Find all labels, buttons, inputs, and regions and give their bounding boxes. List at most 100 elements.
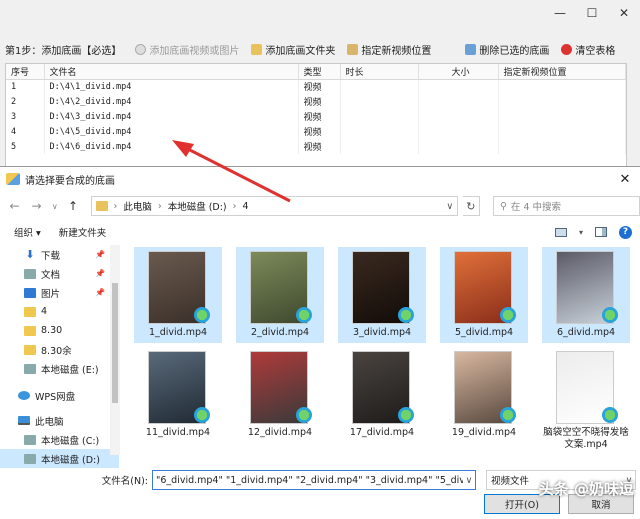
row-index: 1 bbox=[6, 79, 45, 94]
row-type: 视频 bbox=[298, 109, 341, 124]
breadcrumb-drive-d[interactable]: 本地磁盘 (D:) bbox=[168, 199, 227, 213]
maximize-button[interactable]: ☐ bbox=[576, 0, 608, 26]
nav-item-label: 图片 bbox=[41, 288, 61, 300]
clear-icon bbox=[561, 43, 573, 55]
screen: — ☐ ✕ 第1步：添加底画【必选】 添加底画视频或图片 添加底画文件夹 指定新… bbox=[0, 0, 640, 519]
nav-item-drive-c[interactable]: 本地磁盘 (C:) bbox=[0, 430, 119, 449]
add-video-image-label: 添加底画视频或图片 bbox=[149, 45, 240, 57]
nav-item-label: 此电脑 bbox=[35, 416, 64, 428]
download-icon: ⬇ bbox=[25, 248, 35, 261]
dialog-close-button[interactable]: ✕ bbox=[610, 172, 640, 187]
file-item[interactable]: 12_divid.mp4 bbox=[236, 347, 324, 443]
col-duration-header[interactable]: 时长 bbox=[340, 64, 419, 80]
location-folder-icon bbox=[347, 43, 359, 55]
nav-scroll-thumb[interactable] bbox=[112, 283, 118, 403]
table-row[interactable]: 4 D:\4\5_divid.mp4 视频 bbox=[6, 124, 626, 139]
file-item[interactable]: 5_divid.mp4 bbox=[440, 247, 528, 343]
cancel-button-label: 取消 bbox=[591, 500, 611, 511]
forward-arrow-icon[interactable]: → bbox=[28, 199, 45, 213]
breadcrumb-folder-4[interactable]: 4 bbox=[242, 201, 248, 212]
row-filename: D:\4\6_divid.mp4 bbox=[44, 139, 299, 154]
file-grid: 1_divid.mp4 2_divid.mp4 3_divid.mp4 5_divid… bbox=[134, 245, 634, 457]
view-dropdown-icon[interactable]: ▾ bbox=[579, 228, 583, 237]
up-arrow-icon[interactable]: ↑ bbox=[65, 199, 82, 213]
pin-icon: 📌 bbox=[95, 250, 105, 259]
col-location-header[interactable]: 指定新视频位置 bbox=[498, 64, 626, 80]
delete-icon bbox=[465, 43, 477, 55]
table-row[interactable]: 3 D:\4\3_divid.mp4 视频 bbox=[6, 109, 626, 124]
folder-icon bbox=[24, 344, 36, 355]
table-row[interactable]: 5 D:\4\6_divid.mp4 视频 bbox=[6, 139, 626, 154]
file-item[interactable]: 17_divid.mp4 bbox=[338, 347, 426, 443]
clear-table-button[interactable]: 清空表格 bbox=[561, 42, 615, 57]
filename-dropdown-icon[interactable]: ∨ bbox=[463, 475, 475, 486]
play-icon bbox=[602, 307, 618, 323]
col-index-header[interactable]: 序号 bbox=[6, 64, 45, 80]
nav-item-folder-830[interactable]: 8.30 bbox=[0, 321, 119, 340]
row-index: 3 bbox=[6, 109, 45, 124]
file-name: 6_divid.mp4 bbox=[556, 327, 616, 338]
window-controls: — ☐ ✕ bbox=[544, 0, 640, 26]
file-item[interactable]: 11_divid.mp4 bbox=[134, 347, 222, 443]
minimize-button[interactable]: — bbox=[544, 0, 576, 26]
folder-icon bbox=[95, 201, 108, 211]
row-type: 视频 bbox=[298, 94, 341, 109]
play-icon bbox=[500, 307, 516, 323]
organize-menu[interactable]: 组织 ▾ bbox=[14, 225, 41, 239]
file-name: 脑袋空空不晓得发啥文案.mp4 bbox=[543, 427, 629, 450]
address-row: ← → ∨ ↑ › 此电脑 › 本地磁盘 (D:) › 4 ∨ ↻ ⚲ 在 4 … bbox=[0, 191, 640, 221]
help-icon[interactable]: ? bbox=[619, 225, 632, 239]
table-row[interactable]: 2 D:\4\2_divid.mp4 视频 bbox=[6, 94, 626, 109]
view-options-icon[interactable] bbox=[554, 227, 567, 237]
back-arrow-icon[interactable]: ← bbox=[6, 199, 23, 213]
nav-item-this-pc[interactable]: 此电脑 bbox=[0, 411, 119, 430]
nav-item-pictures[interactable]: 图片 📌 bbox=[0, 283, 119, 302]
delete-selected-button[interactable]: 删除已选的底画 bbox=[465, 42, 549, 57]
table-row[interactable]: 1 D:\4\1_divid.mp4 视频 bbox=[6, 79, 626, 94]
close-button[interactable]: ✕ bbox=[608, 0, 640, 26]
breadcrumb-this-pc[interactable]: 此电脑 bbox=[123, 199, 152, 213]
file-name: 19_divid.mp4 bbox=[451, 427, 517, 438]
add-video-image-button[interactable]: 添加底画视频或图片 bbox=[135, 42, 239, 57]
nav-item-drive-d[interactable]: 本地磁盘 (D:) bbox=[0, 449, 119, 468]
refresh-icon[interactable]: ↻ bbox=[462, 196, 480, 216]
nav-item-wps-cloud[interactable]: WPS网盘 bbox=[0, 386, 119, 405]
folder-add-icon bbox=[251, 43, 263, 55]
pin-icon: 📌 bbox=[95, 269, 105, 278]
file-item[interactable]: 19_divid.mp4 bbox=[440, 347, 528, 443]
preview-pane-icon[interactable] bbox=[595, 227, 607, 237]
nav-scrollbar[interactable] bbox=[110, 245, 120, 455]
play-icon bbox=[296, 307, 312, 323]
file-name: 17_divid.mp4 bbox=[349, 427, 415, 438]
file-item[interactable]: 脑袋空空不晓得发啥文案.mp4 bbox=[542, 347, 630, 450]
add-folder-button[interactable]: 添加底画文件夹 bbox=[251, 42, 335, 57]
play-icon bbox=[194, 307, 210, 323]
new-folder-button[interactable]: 新建文件夹 bbox=[59, 225, 107, 239]
address-bar[interactable]: › 此电脑 › 本地磁盘 (D:) › 4 ∨ bbox=[90, 196, 458, 216]
col-filename-header[interactable]: 文件名 bbox=[44, 64, 299, 80]
dialog-app-icon bbox=[6, 173, 20, 185]
file-item[interactable]: 3_divid.mp4 bbox=[338, 247, 426, 343]
file-item[interactable]: 6_divid.mp4 bbox=[542, 247, 630, 343]
row-type: 视频 bbox=[298, 79, 341, 94]
col-size-header[interactable]: 大小 bbox=[418, 64, 499, 80]
col-type-header[interactable]: 类型 bbox=[298, 64, 341, 80]
nav-item-downloads[interactable]: ⬇ 下载 📌 bbox=[0, 245, 119, 264]
filename-input[interactable]: "6_divid.mp4" "1_divid.mp4" "2_divid.mp4… bbox=[152, 470, 476, 490]
file-item[interactable]: 2_divid.mp4 bbox=[236, 247, 324, 343]
recent-dropdown-icon[interactable]: ∨ bbox=[50, 202, 59, 211]
document-icon bbox=[24, 268, 36, 279]
nav-item-folder-830-rest[interactable]: 8.30余 bbox=[0, 340, 119, 359]
set-location-button[interactable]: 指定新视频位置 bbox=[347, 42, 431, 57]
nav-item-drive-e[interactable]: 本地磁盘 (E:) bbox=[0, 359, 119, 378]
nav-item-label: 本地磁盘 (E:) bbox=[41, 364, 99, 376]
drive-icon bbox=[24, 363, 36, 374]
file-item[interactable]: 1_divid.mp4 bbox=[134, 247, 222, 343]
address-dropdown-icon[interactable]: ∨ bbox=[443, 201, 457, 212]
row-index: 5 bbox=[6, 139, 45, 154]
row-type: 视频 bbox=[298, 124, 341, 139]
nav-item-folder-4[interactable]: 4 bbox=[0, 302, 119, 321]
nav-item-label: 本地磁盘 (C:) bbox=[41, 435, 100, 447]
nav-item-documents[interactable]: 文档 📌 bbox=[0, 264, 119, 283]
search-input[interactable]: ⚲ 在 4 中搜索 bbox=[492, 196, 640, 216]
